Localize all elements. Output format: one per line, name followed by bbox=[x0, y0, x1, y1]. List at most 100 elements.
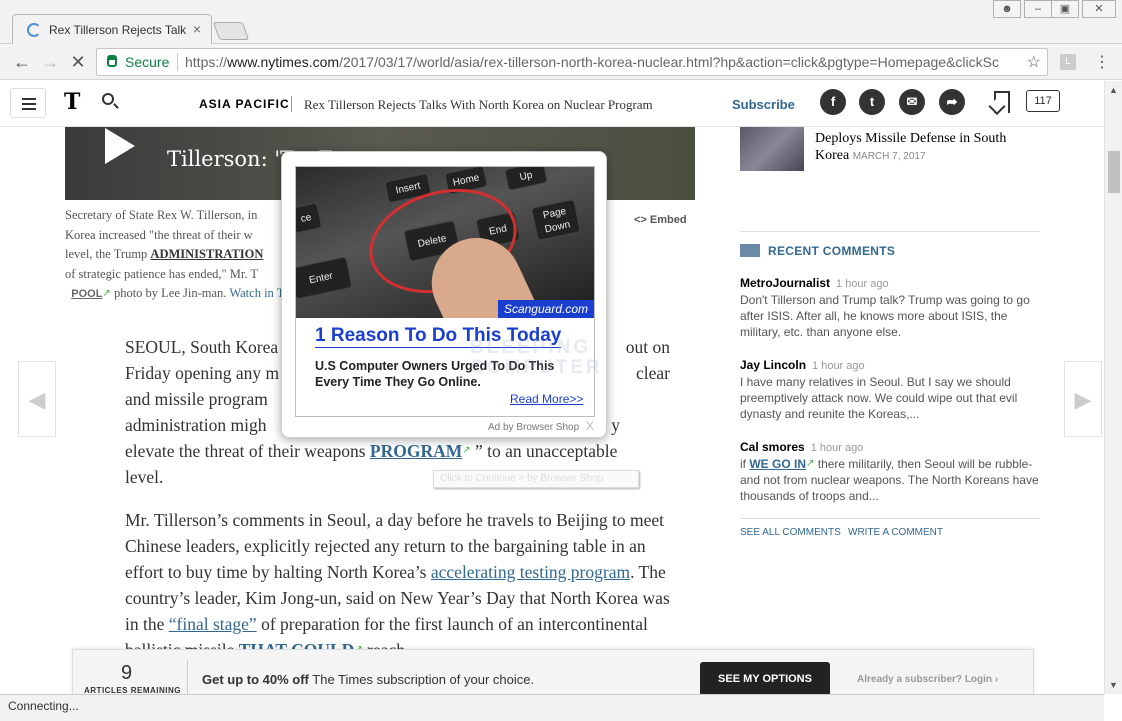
related-article[interactable]: Deploys Missile Defense in South Korea M… bbox=[815, 130, 1035, 165]
next-article-arrow-icon[interactable]: ▶ bbox=[1064, 361, 1102, 437]
related-thumbnail[interactable] bbox=[740, 125, 804, 171]
stop-loading-icon[interactable]: ✕ bbox=[66, 50, 90, 74]
ad-tooltip: Click to Continue > by Browser Shop bbox=[433, 470, 639, 488]
url-host: www.nytimes.com bbox=[227, 54, 340, 70]
article-text: ” to an unacceptable bbox=[475, 441, 618, 461]
related-date: MARCH 7, 2017 bbox=[852, 151, 926, 162]
offer-text: Get up to 40% off The Times subscription… bbox=[202, 672, 534, 687]
comment-author[interactable]: MetroJournalist bbox=[740, 276, 830, 290]
search-icon[interactable] bbox=[102, 93, 114, 105]
status-bar: Connecting... bbox=[0, 694, 1104, 721]
scroll-up-icon[interactable]: ▲ bbox=[1109, 85, 1118, 95]
ad-brand[interactable]: Scanguard.com bbox=[497, 300, 594, 318]
we-go-in-link[interactable]: WE GO IN bbox=[749, 457, 806, 471]
bookmark-star-icon[interactable]: ☆ bbox=[1027, 52, 1041, 72]
watch-link[interactable]: Watch in T bbox=[229, 286, 284, 300]
comment-time: 1 hour ago bbox=[810, 442, 864, 454]
offer-rest: The Times subscription of your choice. bbox=[308, 672, 535, 687]
ad-image-keyboard[interactable]: Insert Home Up Delete End Page Down Ente… bbox=[296, 167, 594, 318]
comment-item[interactable]: Jay Lincoln 1 hour ago I have many relati… bbox=[740, 357, 1040, 422]
article-line: Friday opening any m clear bbox=[125, 363, 670, 383]
articles-remaining-label: ARTICLES REMAINING bbox=[84, 686, 181, 694]
scroll-thumb[interactable] bbox=[1108, 151, 1120, 193]
comment-item[interactable]: MetroJournalist 1 hour ago Don't Tillerso… bbox=[740, 275, 1040, 340]
back-arrow-icon[interactable]: ← bbox=[10, 50, 34, 74]
embed-button[interactable]: <> Embed bbox=[634, 214, 687, 226]
forward-arrow-icon[interactable]: → bbox=[38, 50, 62, 74]
articles-remaining-count: 9 bbox=[121, 662, 133, 684]
profile-icon[interactable]: ☻ bbox=[993, 0, 1021, 18]
site-header: T ASIA PACIFIC Rex Tillerson Rejects Tal… bbox=[0, 81, 1104, 127]
new-tab-button[interactable] bbox=[212, 22, 250, 40]
previous-article-arrow-icon[interactable]: ◀ bbox=[18, 361, 56, 437]
address-bar[interactable]: Secure https://www.nytimes.com/2017/03/1… bbox=[96, 48, 1048, 76]
watermark: BLEEPING COMPUTER bbox=[470, 337, 603, 378]
write-comment-link[interactable]: WRITE A COMMENT bbox=[848, 527, 943, 538]
facebook-icon[interactable]: f bbox=[820, 89, 846, 115]
play-icon[interactable] bbox=[105, 128, 135, 164]
comment-bubble-icon bbox=[740, 244, 760, 257]
ad-popup[interactable]: Insert Home Up Delete End Page Down Ente… bbox=[281, 151, 607, 438]
key-enter: Enter bbox=[296, 256, 353, 300]
minimize-button[interactable]: – bbox=[1024, 0, 1052, 18]
close-window-button[interactable]: ✕ bbox=[1082, 0, 1116, 18]
save-bookmark-icon[interactable] bbox=[994, 91, 1010, 113]
divider bbox=[740, 231, 1040, 232]
share-icon[interactable]: ➦ bbox=[939, 89, 965, 115]
login-link[interactable]: Already a subscriber? Login › bbox=[857, 674, 998, 685]
title-bar: Rex Tillerson Rejects Talk × ☻ – ▣ ✕ bbox=[0, 0, 1122, 45]
comment-text: Don't Tillerson and Trump talk? Trump wa… bbox=[740, 293, 1030, 339]
read-more-link[interactable]: Read More>> bbox=[510, 392, 583, 406]
caption-text: level, the Trump bbox=[65, 247, 148, 261]
url-text[interactable]: https://www.nytimes.com/2017/03/17/world… bbox=[185, 54, 1021, 70]
comment-time: 1 hour ago bbox=[812, 360, 865, 372]
tab-close-icon[interactable]: × bbox=[193, 21, 201, 37]
url-separator bbox=[177, 53, 178, 71]
external-link-icon: ↗ bbox=[102, 288, 111, 299]
tab-title: Rex Tillerson Rejects Talk bbox=[49, 23, 187, 37]
url-scheme: https:// bbox=[185, 54, 228, 70]
page-scrollbar[interactable]: ▲ ▼ bbox=[1104, 81, 1122, 694]
comment-count-button[interactable]: 117 bbox=[1026, 90, 1060, 112]
comment-author[interactable]: Jay Lincoln bbox=[740, 358, 806, 372]
header-divider bbox=[291, 96, 292, 112]
ad-content[interactable]: Insert Home Up Delete End Page Down Ente… bbox=[295, 166, 595, 417]
tab-active[interactable]: Rex Tillerson Rejects Talk × bbox=[12, 14, 212, 45]
key-up: Up bbox=[504, 167, 548, 191]
pool-link[interactable]: POOL bbox=[71, 288, 102, 300]
email-icon[interactable]: ✉ bbox=[899, 89, 925, 115]
see-all-comments-link[interactable]: SEE ALL COMMENTS bbox=[740, 527, 841, 538]
final-stage-link[interactable]: “final stage” bbox=[169, 614, 257, 634]
embed-label: Embed bbox=[649, 214, 687, 226]
scroll-down-icon[interactable]: ▼ bbox=[1109, 680, 1118, 690]
ad-close-icon[interactable]: X bbox=[586, 419, 594, 433]
photo-credit: photo by Lee Jin-man. bbox=[113, 286, 227, 300]
extension-icon[interactable]: L bbox=[1060, 54, 1076, 70]
article-text: and missile program bbox=[125, 389, 268, 409]
program-link[interactable]: PROGRAM bbox=[370, 441, 462, 461]
lock-icon bbox=[107, 55, 117, 67]
article-line: SEOUL, South Korea out on bbox=[125, 337, 670, 357]
key-page-down: Page Down bbox=[530, 198, 582, 242]
accelerating-testing-program-link[interactable]: accelerating testing program bbox=[431, 562, 630, 582]
banner-divider bbox=[187, 660, 188, 694]
see-my-options-button[interactable]: SEE MY OPTIONS bbox=[700, 662, 830, 694]
subscribe-link[interactable]: Subscribe bbox=[732, 97, 795, 112]
browser-menu-icon[interactable]: ⋮ bbox=[1094, 52, 1110, 72]
comment-item[interactable]: Cal smores 1 hour ago if WE GO IN↗ there … bbox=[740, 439, 1040, 504]
administration-link[interactable]: ADMINISTRATION bbox=[150, 247, 263, 261]
nyt-logo-icon[interactable]: T bbox=[64, 89, 80, 115]
comment-author[interactable]: Cal smores bbox=[740, 440, 805, 454]
twitter-icon[interactable]: t bbox=[859, 89, 885, 115]
secure-label: Secure bbox=[125, 54, 170, 70]
maximize-button[interactable]: ▣ bbox=[1051, 0, 1079, 18]
offer-highlight: Get up to 40% off bbox=[202, 672, 309, 687]
comment-text: I have many relatives in Seoul. But I sa… bbox=[740, 375, 1018, 421]
browser-toolbar: ← → ✕ Secure https://www.nytimes.com/201… bbox=[0, 44, 1122, 80]
recent-comments-heading: RECENT COMMENTS bbox=[768, 244, 896, 258]
section-label[interactable]: ASIA PACIFIC bbox=[199, 97, 290, 111]
article-line: administration migh y bbox=[125, 415, 620, 435]
external-link-icon: ↗ bbox=[806, 458, 815, 469]
menu-button[interactable] bbox=[10, 88, 46, 118]
comment-text: if bbox=[740, 457, 746, 471]
